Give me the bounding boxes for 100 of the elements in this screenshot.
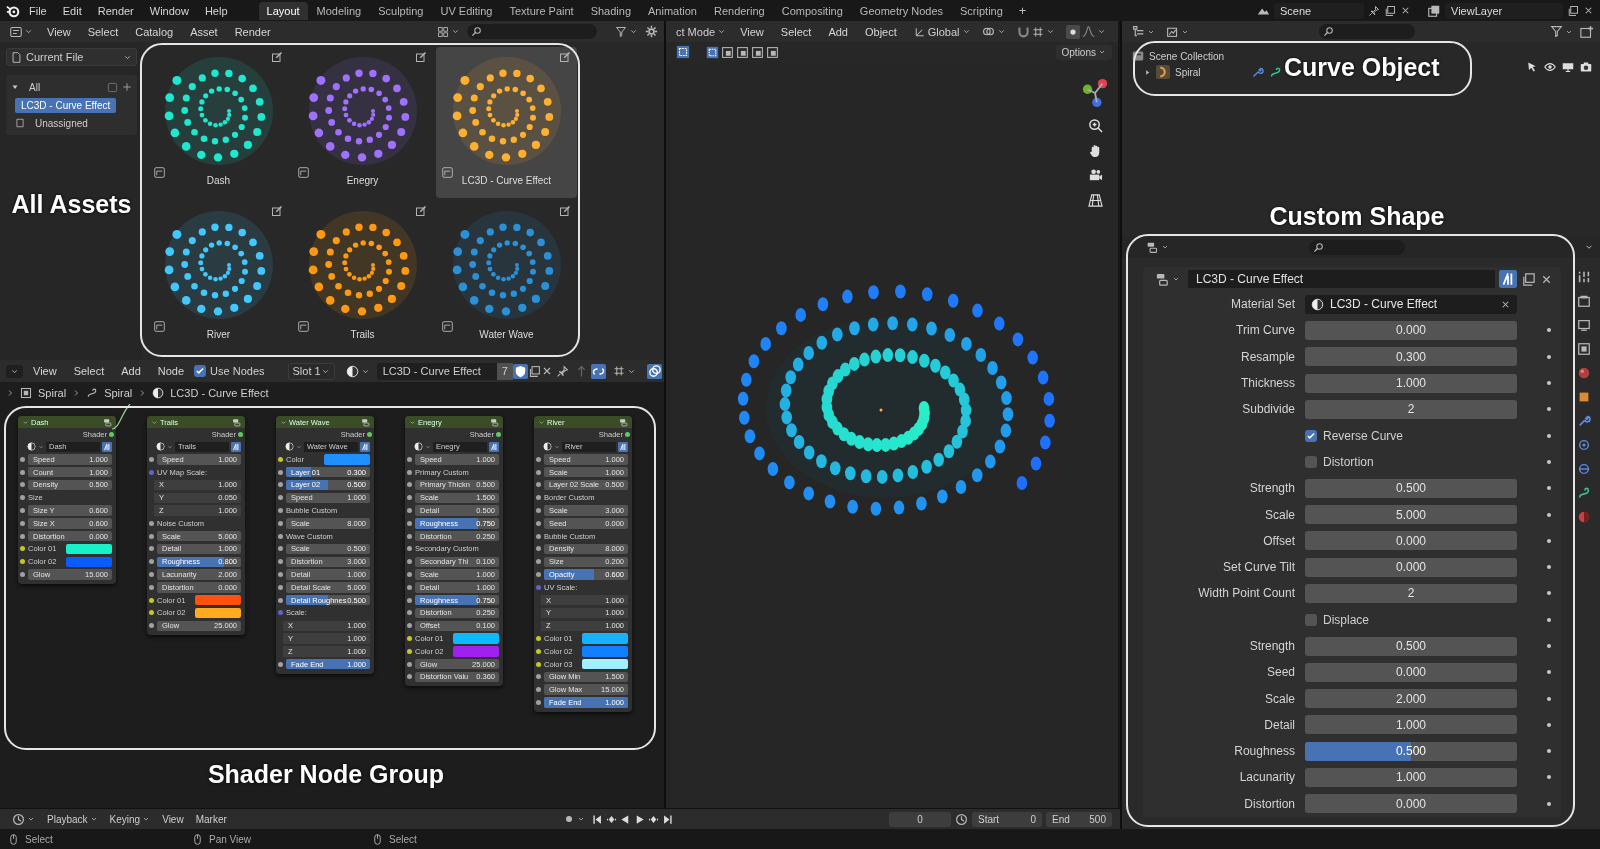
material-field[interactable]: LC3D - Curve Effect [1305,294,1517,314]
pin-icon[interactable] [555,364,569,378]
select-invert-icon[interactable] [751,45,764,59]
start-frame-field[interactable]: Start 0 [972,811,1042,827]
keyframe-dot[interactable] [1547,801,1551,806]
color-socket[interactable] [536,661,541,667]
keyframe-dot[interactable] [1547,644,1551,648]
input-socket[interactable] [278,469,283,475]
input-socket[interactable] [536,482,541,488]
number-field[interactable]: 2 [1305,583,1517,603]
input-socket[interactable] [536,456,541,462]
input-socket[interactable] [407,623,412,629]
select-new-icon[interactable] [706,45,719,59]
shader-node[interactable] [405,416,503,687]
properties-tab-icon[interactable] [1576,462,1591,476]
jump-start-icon[interactable] [591,813,603,825]
input-socket[interactable] [20,482,25,488]
copy-icon[interactable] [527,364,541,378]
keyframe-dot[interactable] [1547,381,1551,386]
axis-gizmo-icon[interactable] [1080,78,1110,108]
input-socket[interactable] [536,700,541,706]
input-socket[interactable] [20,469,25,475]
properties-tab-icon[interactable] [1576,486,1591,500]
current-frame-field[interactable]: 0 [889,811,951,827]
input-socket[interactable] [278,546,283,552]
menu-item[interactable]: Keying [105,811,155,827]
view-layer-field[interactable]: ViewLayer [1445,2,1563,19]
keyframe-dot[interactable] [1547,459,1551,464]
number-field[interactable]: 2 [1305,399,1517,419]
vector-socket[interactable] [536,584,541,590]
input-socket[interactable] [20,495,25,501]
workspace-tab[interactable]: Scripting [952,1,1011,20]
number-field[interactable]: 0.000 [1305,531,1517,551]
input-socket[interactable] [149,623,154,629]
number-field[interactable]: 1.000 [1305,373,1517,393]
wrench-icon[interactable] [1250,65,1264,79]
asset-tile[interactable]: Trails [292,201,433,352]
input-socket[interactable] [536,469,541,475]
collapse-chevron-icon[interactable] [280,418,287,426]
input-socket[interactable] [536,546,541,552]
workspace-tab[interactable]: Modeling [308,1,370,20]
copy-icon[interactable] [1384,4,1396,17]
number-field[interactable]: 0.000 [1305,320,1517,340]
workspace-tab[interactable]: Rendering [705,1,773,20]
monitor-icon[interactable] [1562,61,1574,73]
keyframe-dot[interactable] [1547,670,1551,675]
expand-arrow-icon[interactable] [1144,68,1151,76]
input-socket[interactable] [20,572,25,578]
number-field[interactable]: 0.500 [1305,636,1517,656]
eye-icon[interactable] [1544,61,1556,73]
close-icon[interactable] [1400,5,1411,16]
perspective-grid-icon[interactable] [1087,193,1103,208]
input-socket[interactable] [149,559,154,565]
catalog-tree-item[interactable]: All [23,79,47,95]
keyframe-dot[interactable] [1547,565,1551,570]
input-socket[interactable] [407,533,412,539]
slider-field[interactable]: 0.500 [1305,741,1517,761]
properties-tab-icon[interactable] [1576,294,1591,308]
input-socket[interactable] [536,533,541,539]
number-field[interactable]: 0.000 [1305,557,1517,577]
keyframe-dot[interactable] [1547,617,1551,622]
input-socket[interactable] [407,610,412,616]
menu-item[interactable]: View [158,811,188,827]
edit-icon[interactable] [415,51,427,63]
menu-item[interactable]: View [26,363,64,379]
modifier-name-field[interactable]: LC3D - Curve Effect [1188,270,1495,288]
keyframe-dot[interactable] [1547,486,1551,491]
keyframe-dot[interactable] [1547,591,1551,596]
workspace-tab[interactable]: Animation [640,1,705,20]
color-swatch[interactable] [195,594,241,606]
outliner-item[interactable]: Spiral [1175,66,1201,78]
number-field[interactable]: 0.500 [1305,478,1517,498]
curve-data-icon[interactable] [1268,65,1282,79]
color-swatch[interactable] [324,454,370,465]
color-swatch[interactable] [582,658,628,670]
asset-tile[interactable]: River [148,201,289,352]
workspace-tab[interactable]: Sculpting [370,1,432,20]
number-field[interactable]: 1.000 [1305,768,1517,787]
collapse-chevron-icon[interactable] [22,418,29,426]
pin-icon[interactable] [1368,4,1380,17]
edit-icon[interactable] [559,51,571,63]
menu-item[interactable]: Select [66,363,112,379]
mode-dropdown[interactable]: ct Mode [672,23,731,40]
catalog-tree-item[interactable]: LC3D - Curve Effect [15,97,117,113]
keyframe-dot[interactable] [1547,749,1551,754]
asset-tile[interactable]: Dash [148,47,289,198]
keyframe-dot[interactable] [1547,538,1551,543]
vector-socket[interactable] [278,610,283,616]
keyframe-dot[interactable] [1547,722,1551,727]
input-socket[interactable] [407,674,412,680]
workspace-tab[interactable]: Compositing [773,1,851,20]
collapse-chevron-icon[interactable] [538,418,545,426]
link-toggle-icon[interactable] [590,363,606,379]
properties-tab-icon[interactable] [1576,414,1591,428]
checkbox[interactable] [194,365,207,377]
menu-item[interactable]: Edit [55,2,89,19]
breadcrumb[interactable]: Spiral [104,387,133,399]
output-socket[interactable] [238,431,243,437]
input-socket[interactable] [149,533,154,539]
color-socket[interactable] [20,546,25,552]
